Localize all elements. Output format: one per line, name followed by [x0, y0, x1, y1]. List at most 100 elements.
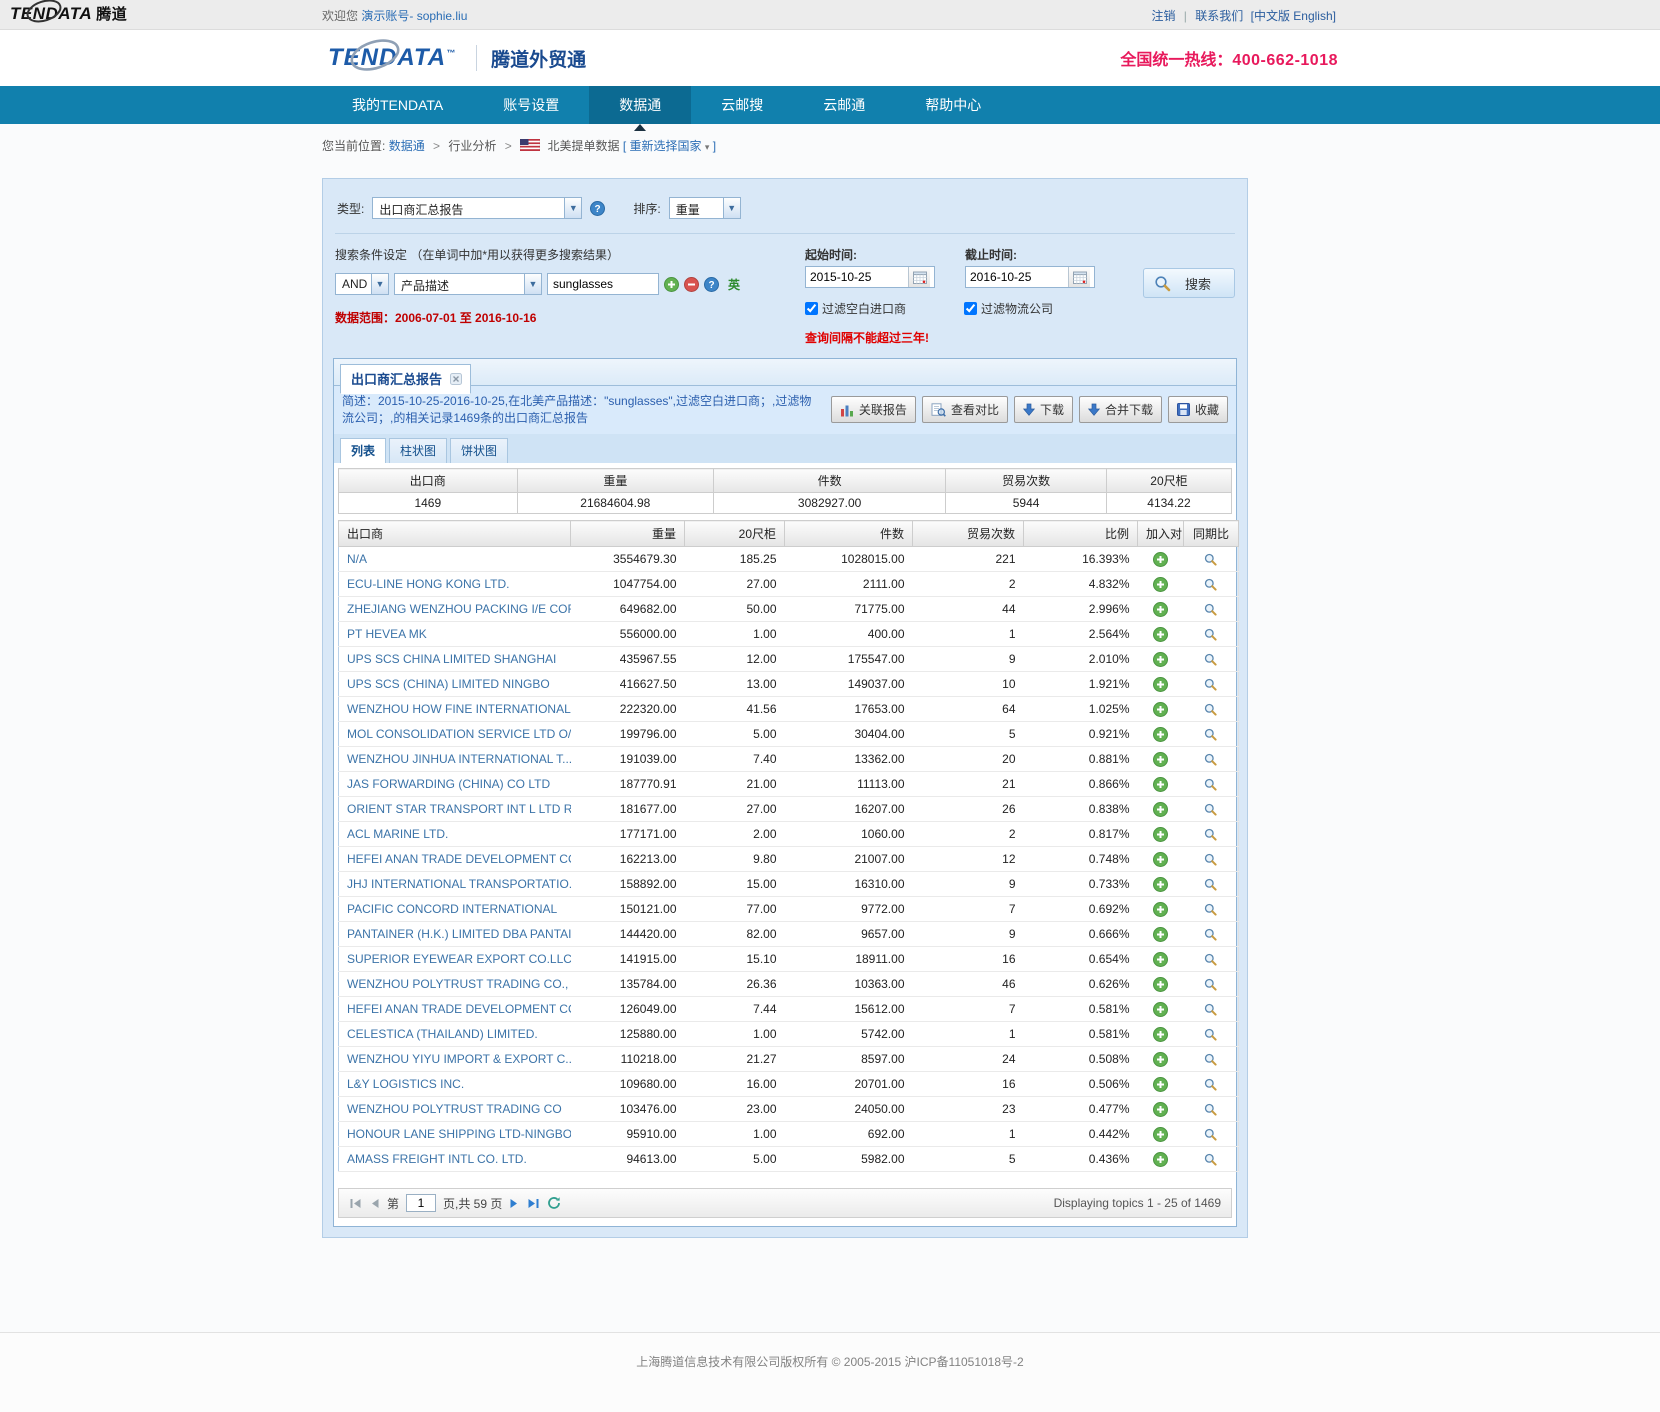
yoy-compare-icon[interactable]: [1204, 1003, 1217, 1016]
exporter-link[interactable]: MOL CONSOLIDATION SERVICE LTD O/B: [347, 727, 571, 741]
yoy-compare-icon[interactable]: [1204, 778, 1217, 791]
add-to-compare-icon[interactable]: [1153, 827, 1168, 842]
add-to-compare-icon[interactable]: [1153, 627, 1168, 642]
exporter-link[interactable]: UPS SCS CHINA LIMITED SHANGHAI: [347, 652, 556, 666]
add-to-compare-icon[interactable]: [1153, 952, 1168, 967]
add-to-compare-icon[interactable]: [1153, 752, 1168, 767]
account-link[interactable]: 演示账号- sophie.liu: [361, 9, 467, 23]
add-to-compare-icon[interactable]: [1153, 1152, 1168, 1167]
exporter-link[interactable]: WENZHOU HOW FINE INTERNATIONAL...: [347, 702, 571, 716]
exporter-link[interactable]: PT HEVEA MK: [347, 627, 427, 641]
yoy-compare-icon[interactable]: [1204, 653, 1217, 666]
search-button[interactable]: 搜索: [1143, 268, 1235, 298]
breadcrumb-link-datahub[interactable]: 数据通: [389, 139, 425, 153]
add-condition-icon[interactable]: [664, 277, 679, 292]
column-header[interactable]: 贸易次数: [913, 521, 1024, 547]
exporter-link[interactable]: SUPERIOR EYEWEAR EXPORT CO.LLC: [347, 952, 571, 966]
merge-download-button[interactable]: 合并下载: [1079, 396, 1162, 423]
help-icon[interactable]: ?: [590, 201, 605, 216]
yoy-compare-icon[interactable]: [1204, 1028, 1217, 1041]
contact-link[interactable]: 联系我们: [1195, 9, 1243, 23]
report-tab[interactable]: 出口商汇总报告: [340, 364, 471, 394]
download-button[interactable]: 下载: [1014, 396, 1073, 423]
yoy-compare-icon[interactable]: [1204, 1078, 1217, 1091]
nav-tab-云邮通[interactable]: 云邮通: [793, 86, 895, 124]
column-header[interactable]: 加入对...: [1138, 521, 1184, 547]
filter-logistics-checkbox[interactable]: 过滤物流公司: [964, 300, 1053, 317]
yoy-compare-icon[interactable]: [1204, 678, 1217, 691]
yoy-compare-icon[interactable]: [1204, 978, 1217, 991]
exporter-link[interactable]: HONOUR LANE SHIPPING LTD-NINGBO: [347, 1127, 571, 1141]
exporter-link[interactable]: PANTAINER (H.K.) LIMITED DBA PANTAI: [347, 927, 571, 941]
language-switch[interactable]: [中文版 English]: [1251, 9, 1336, 23]
reselect-country[interactable]: [ 重新选择国家 ▾ ]: [623, 139, 716, 153]
add-to-compare-icon[interactable]: [1153, 802, 1168, 817]
exporter-link[interactable]: AMASS FREIGHT INTL CO. LTD.: [347, 1152, 527, 1166]
keyword-input[interactable]: [547, 273, 659, 295]
tab-pie-chart[interactable]: 饼状图: [450, 438, 508, 463]
pager-prev-icon[interactable]: [369, 1198, 380, 1209]
yoy-compare-icon[interactable]: [1204, 628, 1217, 641]
yoy-compare-icon[interactable]: [1204, 553, 1217, 566]
yoy-compare-icon[interactable]: [1204, 903, 1217, 916]
add-to-compare-icon[interactable]: [1153, 1052, 1168, 1067]
logout-link[interactable]: 注销: [1151, 9, 1175, 23]
help-icon[interactable]: ?: [704, 277, 719, 292]
exporter-link[interactable]: ORIENT STAR TRANSPORT INT L LTD RM: [347, 802, 571, 816]
exporter-link[interactable]: HEFEI ANAN TRADE DEVELOPMENT CO...: [347, 1002, 571, 1016]
pager-first-icon[interactable]: [349, 1198, 362, 1209]
add-to-compare-icon[interactable]: [1153, 1102, 1168, 1117]
add-to-compare-icon[interactable]: [1153, 977, 1168, 992]
related-report-button[interactable]: 关联报告: [831, 396, 916, 423]
yoy-compare-icon[interactable]: [1204, 878, 1217, 891]
add-to-compare-icon[interactable]: [1153, 927, 1168, 942]
add-to-compare-icon[interactable]: [1153, 877, 1168, 892]
column-header[interactable]: 同期比: [1184, 521, 1239, 547]
yoy-compare-icon[interactable]: [1204, 728, 1217, 741]
nav-tab-云邮搜[interactable]: 云邮搜: [691, 86, 793, 124]
report-type-select[interactable]: 出口商汇总报告 ▼: [372, 197, 582, 219]
column-header[interactable]: 20尺柜: [685, 521, 785, 547]
column-header[interactable]: 重量: [571, 521, 685, 547]
add-to-compare-icon[interactable]: [1153, 577, 1168, 592]
end-date-input[interactable]: [966, 267, 1068, 287]
exporter-link[interactable]: ZHEJIANG WENZHOU PACKING I/E CORP.: [347, 602, 571, 616]
add-to-compare-icon[interactable]: [1153, 852, 1168, 867]
exporter-link[interactable]: HEFEI ANAN TRADE DEVELOPMENT CO...: [347, 852, 571, 866]
view-compare-button[interactable]: 查看对比: [922, 396, 1008, 423]
page-number-input[interactable]: [406, 1194, 436, 1212]
yoy-compare-icon[interactable]: [1204, 1053, 1217, 1066]
nav-tab-帮助中心[interactable]: 帮助中心: [895, 86, 1011, 124]
nav-tab-账号设置[interactable]: 账号设置: [473, 86, 589, 124]
column-header[interactable]: 比例: [1024, 521, 1138, 547]
exporter-link[interactable]: WENZHOU POLYTRUST TRADING CO., ...: [347, 977, 571, 991]
english-toggle[interactable]: 英: [728, 276, 740, 293]
yoy-compare-icon[interactable]: [1204, 603, 1217, 616]
filter-blank-importer-checkbox[interactable]: 过滤空白进口商: [805, 300, 906, 317]
yoy-compare-icon[interactable]: [1204, 1103, 1217, 1116]
column-header[interactable]: 出口商: [339, 521, 571, 547]
calendar-icon[interactable]: [908, 267, 930, 287]
exporter-link[interactable]: L&Y LOGISTICS INC.: [347, 1077, 464, 1091]
yoy-compare-icon[interactable]: [1204, 753, 1217, 766]
add-to-compare-icon[interactable]: [1153, 727, 1168, 742]
tab-bar-chart[interactable]: 柱状图: [389, 438, 447, 463]
nav-tab-数据通[interactable]: 数据通: [589, 86, 691, 124]
exporter-link[interactable]: WENZHOU POLYTRUST TRADING CO: [347, 1102, 562, 1116]
nav-tab-我的TENDATA[interactable]: 我的TENDATA: [322, 86, 473, 124]
calendar-icon[interactable]: [1068, 267, 1090, 287]
exporter-link[interactable]: UPS SCS (CHINA) LIMITED NINGBO: [347, 677, 550, 691]
yoy-compare-icon[interactable]: [1204, 928, 1217, 941]
exporter-link[interactable]: WENZHOU JINHUA INTERNATIONAL T...: [347, 752, 571, 766]
add-to-compare-icon[interactable]: [1153, 1002, 1168, 1017]
exporter-link[interactable]: PACIFIC CONCORD INTERNATIONAL: [347, 902, 557, 916]
close-icon[interactable]: [450, 373, 462, 385]
tendata-logo-small[interactable]: TENDATA 腾道: [10, 3, 127, 24]
favorite-button[interactable]: 收藏: [1168, 396, 1228, 423]
add-to-compare-icon[interactable]: [1153, 602, 1168, 617]
yoy-compare-icon[interactable]: [1204, 1153, 1217, 1166]
add-to-compare-icon[interactable]: [1153, 777, 1168, 792]
yoy-compare-icon[interactable]: [1204, 1128, 1217, 1141]
pager-next-icon[interactable]: [509, 1198, 520, 1209]
search-field-select[interactable]: 产品描述 ▼: [394, 273, 542, 295]
